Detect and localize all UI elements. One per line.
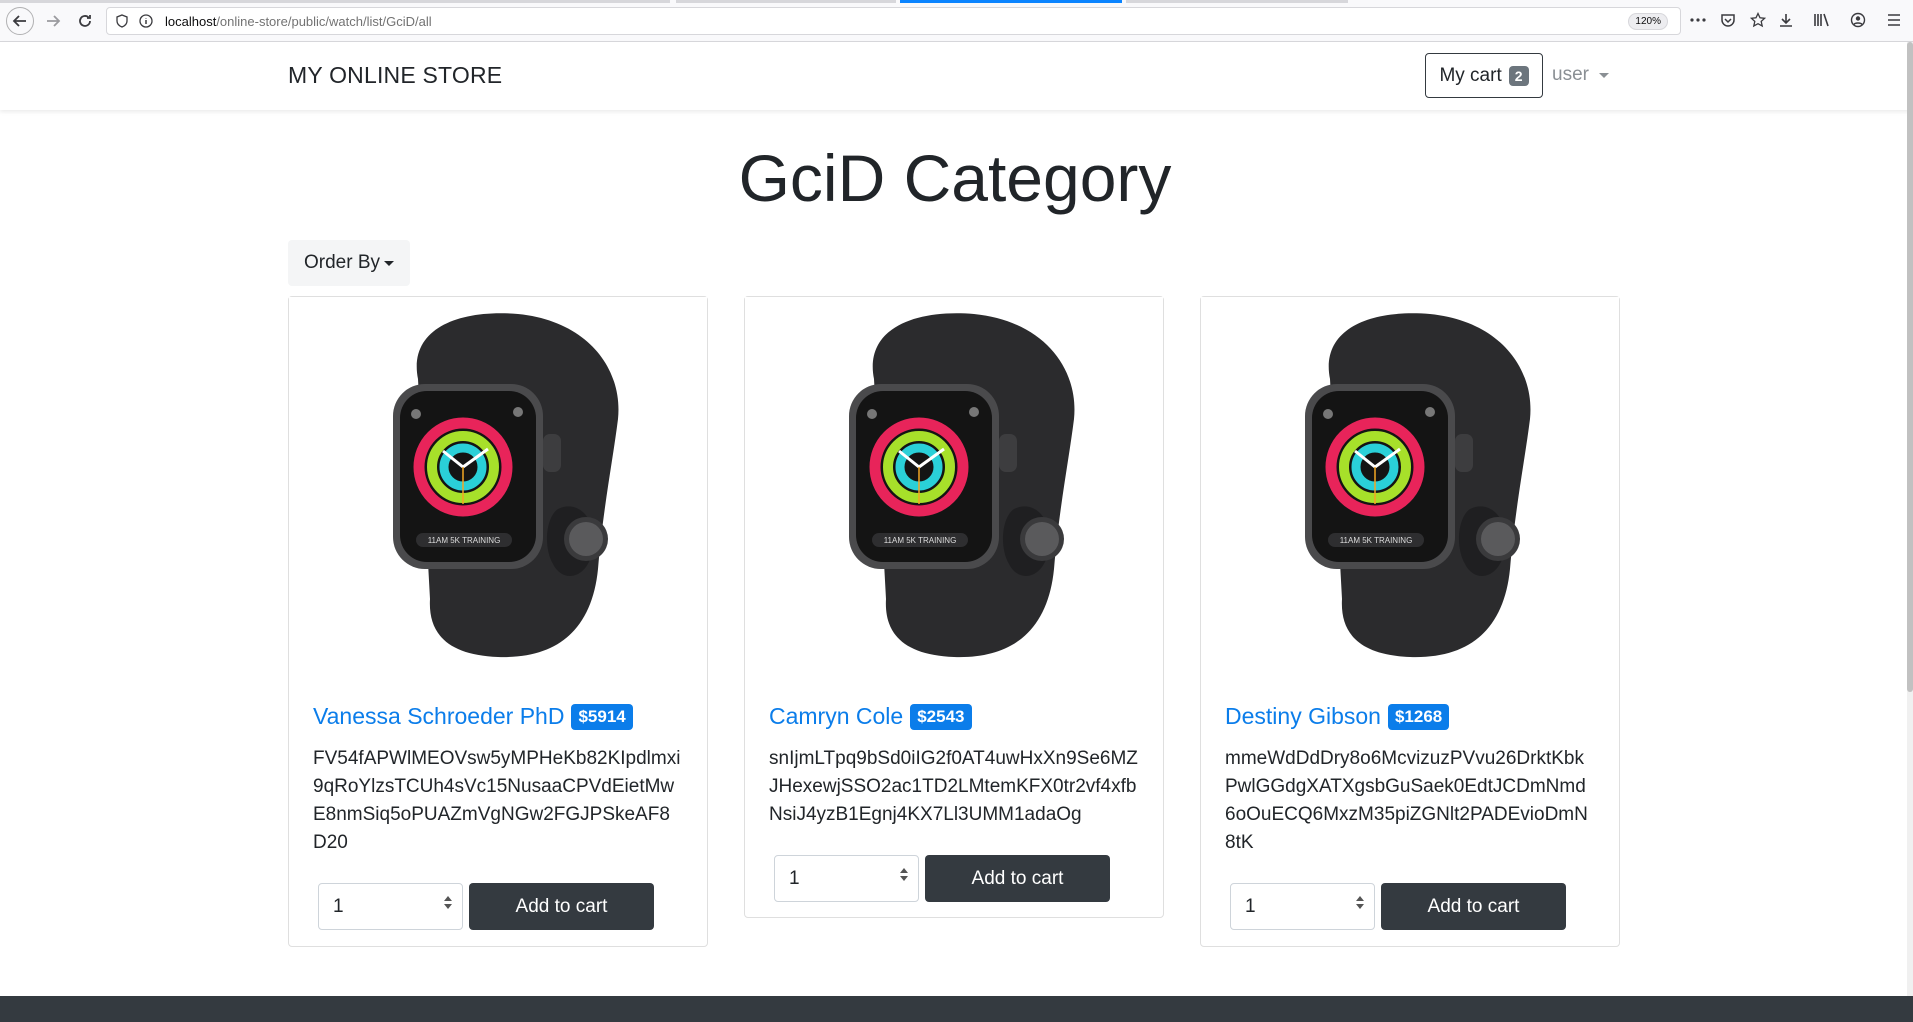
watch-image: 11AM 5K TRAINING	[1305, 313, 1531, 658]
quantity-spinner[interactable]	[900, 868, 908, 881]
caret-down-icon	[384, 260, 395, 266]
site-navbar: MY ONLINE STORE My cart 2 user	[0, 42, 1913, 110]
cart-count-badge: 2	[1508, 65, 1529, 86]
quantity-input[interactable]: 1	[1230, 883, 1375, 930]
page-footer	[0, 996, 1913, 1022]
product-image[interactable]: 11AM 5K TRAINING	[1201, 297, 1619, 671]
product-card: 11AM 5K TRAINING Destiny Gibson $1268 mm…	[1200, 296, 1620, 947]
add-to-cart-button[interactable]: Add to cart	[1381, 883, 1566, 930]
menu-icon[interactable]	[1883, 9, 1905, 31]
tab-strip	[0, 0, 1913, 3]
caret-down-icon	[1598, 72, 1609, 78]
product-image[interactable]: 11AM 5K TRAINING	[289, 297, 707, 671]
quantity-value: 1	[789, 868, 800, 889]
url-path: /online-store/public/watch/list/GciD/all	[216, 14, 432, 29]
svg-text:11AM 5K TRAINING: 11AM 5K TRAINING	[1340, 536, 1413, 545]
cart-label: My cart	[1439, 64, 1502, 86]
more-actions-icon[interactable]	[1687, 9, 1709, 31]
quantity-value: 1	[333, 896, 344, 917]
page-actions	[1687, 9, 1769, 31]
watch-image: 11AM 5K TRAINING	[849, 313, 1075, 658]
add-to-cart-button[interactable]: Add to cart	[469, 883, 654, 930]
forward-button[interactable]	[40, 8, 66, 34]
quantity-input[interactable]: 1	[318, 883, 463, 930]
shield-icon[interactable]	[115, 14, 129, 28]
price-badge: $1268	[1387, 703, 1450, 730]
toolbar-icons	[1775, 9, 1905, 31]
order-by-label: Order By	[303, 252, 381, 273]
product-image[interactable]: 11AM 5K TRAINING	[745, 297, 1163, 671]
info-icon[interactable]	[139, 14, 153, 28]
brand-logo[interactable]: MY ONLINE STORE	[288, 62, 502, 89]
account-icon[interactable]	[1847, 9, 1869, 31]
page-scrollbar[interactable]	[1907, 42, 1913, 996]
my-cart-button[interactable]: My cart 2	[1425, 53, 1543, 98]
quantity-spinner[interactable]	[1356, 896, 1364, 909]
quantity-value: 1	[1245, 896, 1256, 917]
url-text[interactable]: localhost/online-store/public/watch/list…	[165, 14, 432, 29]
bookmark-star-icon[interactable]	[1747, 9, 1769, 31]
reload-icon	[79, 15, 91, 27]
watch-image: 11AM 5K TRAINING	[393, 313, 619, 658]
product-description: FV54fAPWlMEOVsw5yMPHeKb82KIpdlmxi9qRoYlz…	[313, 748, 681, 853]
quantity-spinner[interactable]	[444, 896, 452, 909]
back-button[interactable]	[6, 7, 34, 35]
product-description: mmeWdDdDry8o6McvizuzPVvu26DrktKbkPwlGGdg…	[1225, 748, 1588, 853]
user-label: user	[1552, 64, 1589, 85]
svg-text:11AM 5K TRAINING: 11AM 5K TRAINING	[428, 536, 501, 545]
add-to-cart-button[interactable]: Add to cart	[925, 855, 1110, 902]
pocket-icon[interactable]	[1717, 9, 1739, 31]
product-description: snIjmLTpq9bSd0iIG2f0AT4uwHxXn9Se6MZJHexe…	[769, 748, 1138, 825]
price-badge: $2543	[910, 703, 972, 730]
library-icon[interactable]	[1811, 9, 1833, 31]
order-by-dropdown[interactable]: Order By	[288, 240, 410, 286]
product-name-link[interactable]: Destiny Gibson	[1225, 703, 1381, 730]
arrow-right-icon	[47, 15, 61, 27]
user-dropdown[interactable]: user	[1552, 64, 1609, 86]
product-card: 11AM 5K TRAINING Vanessa Schroeder PhD $…	[288, 296, 708, 947]
product-card: 11AM 5K TRAINING Camryn Cole $2543 snIjm…	[744, 296, 1164, 918]
page-title: GciD Category	[738, 141, 1172, 215]
svg-text:11AM 5K TRAINING: 11AM 5K TRAINING	[884, 536, 957, 545]
browser-toolbar: localhost/online-store/public/watch/list…	[0, 0, 1913, 42]
reload-button[interactable]	[72, 8, 98, 34]
product-name-link[interactable]: Vanessa Schroeder PhD	[313, 703, 564, 730]
scrollbar-thumb[interactable]	[1907, 42, 1913, 692]
url-host: localhost	[165, 14, 217, 29]
url-bar[interactable]: localhost/online-store/public/watch/list…	[106, 7, 1681, 35]
zoom-level-badge[interactable]: 120%	[1628, 13, 1668, 30]
download-icon[interactable]	[1775, 9, 1797, 31]
quantity-input[interactable]: 1	[774, 855, 919, 902]
price-badge: $5914	[571, 703, 633, 730]
product-name-link[interactable]: Camryn Cole	[769, 703, 903, 730]
arrow-left-icon	[12, 15, 26, 27]
